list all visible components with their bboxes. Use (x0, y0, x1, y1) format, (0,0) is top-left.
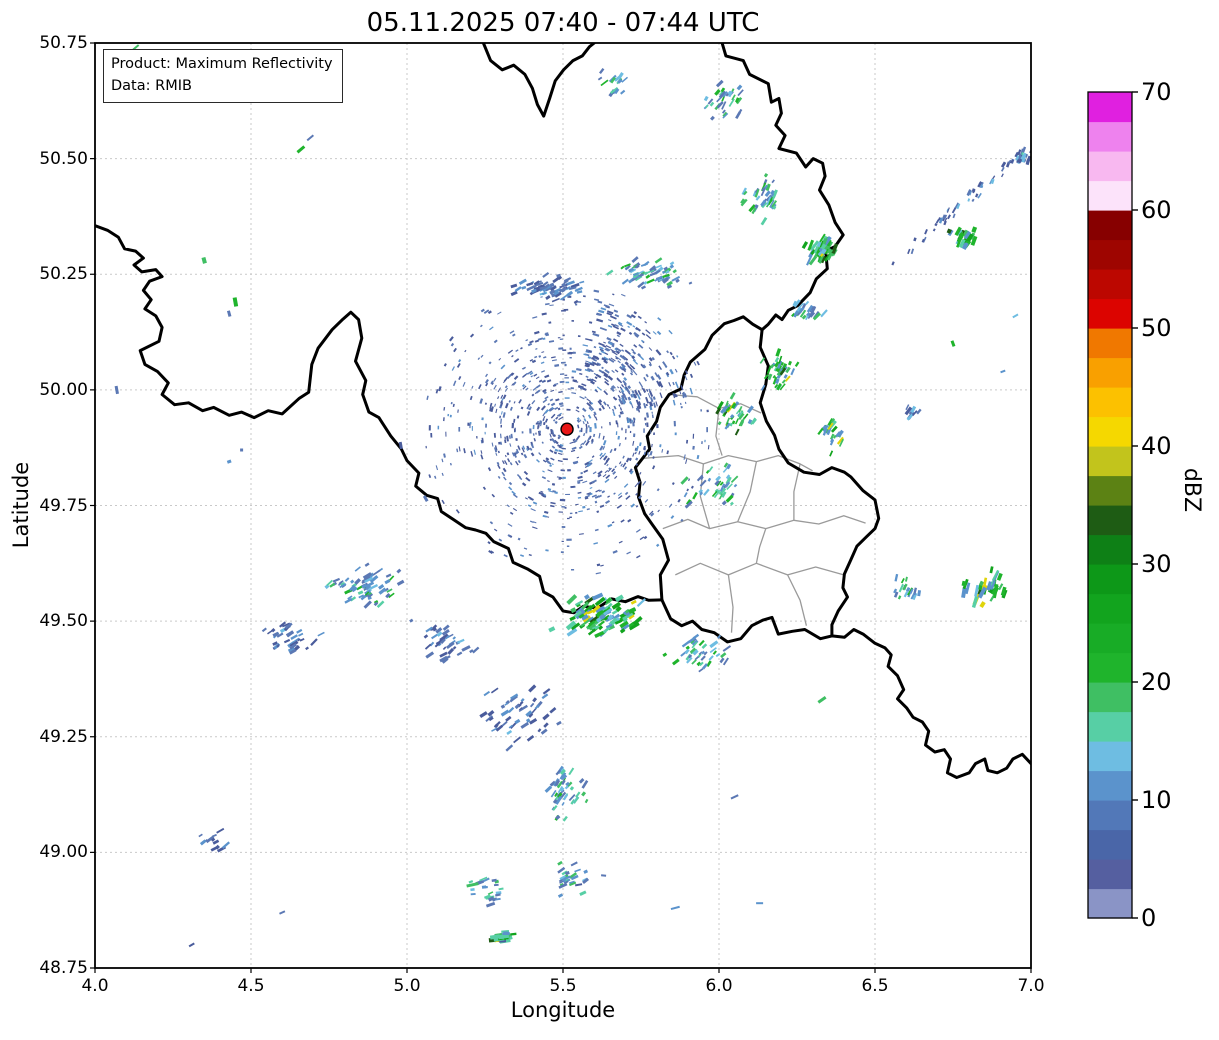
data-source-line: Data: RMIB (111, 78, 192, 95)
x-tick-label: 4.0 (81, 976, 109, 996)
y-tick-label: 50.50 (39, 148, 88, 169)
colorbar-tick-label: 70 (1141, 78, 1172, 106)
radar-site-marker (560, 422, 574, 436)
y-tick-label: 50.00 (39, 379, 88, 400)
colorbar-tick-label: 60 (1141, 196, 1172, 224)
colorbar-label: dBZ (1179, 467, 1204, 513)
colorbar-tick-label: 30 (1141, 550, 1172, 578)
y-tick-label: 49.50 (39, 611, 88, 632)
colorbar-tick-label: 10 (1141, 786, 1172, 814)
y-tick-label: 50.25 (39, 264, 88, 285)
map-canvas (90, 42, 1138, 973)
colorbar-tick-label: 50 (1141, 314, 1172, 342)
x-tick-label: 6.5 (861, 976, 889, 996)
x-tick-label: 4.5 (237, 976, 265, 996)
x-tick-label: 5.5 (549, 976, 577, 996)
x-tick-label: 7.0 (1017, 976, 1045, 996)
colorbar-tick-label: 20 (1141, 668, 1172, 696)
y-tick-label: 49.75 (39, 495, 88, 516)
radar-figure: 05.11.2025 07:40 - 07:44 UTC Product: Ma… (0, 0, 1219, 1040)
y-tick-label: 49.25 (39, 726, 88, 747)
colorbar-tick-label: 40 (1141, 432, 1172, 460)
product-info-box: Product: Maximum Reflectivity Data: RMIB (103, 49, 343, 104)
page-title: 05.11.2025 07:40 - 07:44 UTC (366, 8, 760, 38)
colorbar-tick-label: 0 (1141, 904, 1157, 932)
x-tick-label: 5.0 (393, 976, 421, 996)
product-line: Product: Maximum Reflectivity (111, 56, 333, 72)
y-tick-label: 50.75 (39, 33, 88, 53)
x-tick-label: 6.0 (705, 976, 733, 996)
y-tick-label: 48.75 (39, 958, 88, 978)
x-axis-label: Longitude (510, 998, 616, 1022)
y-tick-label: 49.00 (39, 842, 88, 863)
